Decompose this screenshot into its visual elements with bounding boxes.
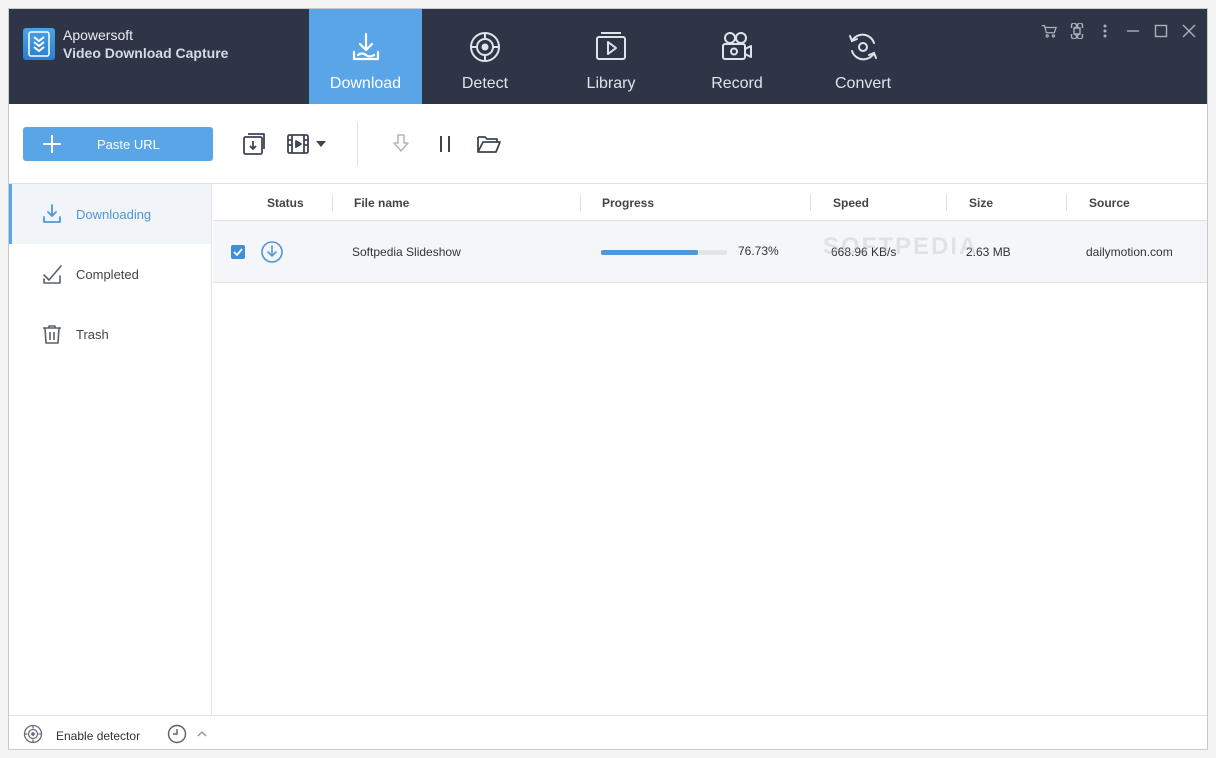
app-window: Apowersoft Video Download Capture Downlo… (8, 8, 1208, 750)
window-controls (1041, 23, 1197, 39)
table-header: Status File name Progress Speed Size Sou… (213, 184, 1207, 221)
chevron-down-icon[interactable] (311, 130, 331, 158)
paste-url-button[interactable]: Paste URL (23, 127, 213, 161)
column-header-size[interactable]: Size (969, 196, 993, 210)
command-icon[interactable] (1069, 23, 1085, 39)
main-tabs: Download Detect Library Record Convert (309, 9, 926, 104)
more-icon[interactable] (1097, 23, 1113, 39)
column-divider (332, 194, 333, 211)
sidebar-item-label: Downloading (76, 206, 152, 222)
file-size: 2.63 MB (966, 245, 1011, 259)
tab-convert[interactable]: Convert (800, 9, 926, 104)
sidebar-item-completed[interactable]: Completed (9, 244, 211, 304)
download-icon (348, 29, 384, 65)
progress-bar (601, 250, 727, 255)
brand-name: Apowersoft (63, 27, 134, 43)
row-checkbox[interactable] (231, 245, 245, 259)
chevron-up-icon[interactable] (197, 730, 207, 737)
column-header-status[interactable]: Status (267, 196, 304, 210)
column-divider (946, 194, 947, 211)
column-header-file-name[interactable]: File name (354, 196, 409, 210)
header-bar: Apowersoft Video Download Capture Downlo… (9, 9, 1207, 104)
tab-label: Record (711, 75, 763, 92)
column-header-progress[interactable]: Progress (602, 196, 654, 210)
toolbar: Paste URL (9, 104, 1207, 184)
resume-icon[interactable] (387, 130, 415, 158)
open-folder-icon[interactable] (475, 130, 503, 158)
detector-icon (23, 724, 43, 747)
tab-label: Convert (834, 75, 892, 92)
sidebar-item-label: Trash (76, 326, 109, 342)
plus-icon (43, 135, 61, 153)
download-speed: 668.96 KB/s (831, 245, 897, 259)
close-icon[interactable] (1181, 23, 1197, 39)
column-divider (580, 194, 581, 211)
app-logo-icon (23, 28, 55, 60)
product-name: Video Download Capture (63, 45, 229, 61)
download-table: Status File name Progress Speed Size Sou… (213, 184, 1207, 715)
download-status-icon (261, 241, 283, 263)
tab-detect[interactable]: Detect (422, 9, 548, 104)
tab-record[interactable]: Record (674, 9, 800, 104)
completed-icon (41, 263, 63, 285)
tab-label: Detect (461, 75, 509, 92)
downloading-icon (41, 203, 63, 225)
clock-icon (167, 724, 187, 747)
paste-url-label: Paste URL (97, 137, 160, 152)
minimize-icon[interactable] (1125, 23, 1141, 39)
toolbar-divider (357, 122, 358, 166)
enable-detector-toggle[interactable]: Enable detector (23, 724, 140, 747)
sidebar-item-trash[interactable]: Trash (9, 304, 211, 364)
progress-fill (601, 250, 698, 255)
enable-detector-label: Enable detector (56, 728, 141, 743)
column-divider (810, 194, 811, 211)
brand: Apowersoft Video Download Capture (23, 26, 228, 62)
cart-icon[interactable] (1041, 23, 1057, 39)
status-bar: Enable detector (9, 715, 1207, 749)
sidebar-item-downloading[interactable]: Downloading (9, 184, 211, 244)
sidebar: Downloading Completed Trash (9, 184, 212, 715)
source-site: dailymotion.com (1086, 245, 1173, 259)
table-row[interactable]: Softpedia Slideshow 76.73% 668.96 KB/s 2… (213, 221, 1207, 283)
record-icon (719, 29, 755, 65)
library-icon (593, 29, 629, 65)
tab-download[interactable]: Download (309, 9, 422, 104)
tab-label: Library (586, 75, 636, 92)
tab-label: Download (329, 75, 402, 92)
brand-text: Apowersoft Video Download Capture (63, 26, 228, 62)
tab-library[interactable]: Library (548, 9, 674, 104)
pause-icon[interactable] (431, 130, 459, 158)
progress-percent: 76.73% (738, 244, 779, 258)
column-header-speed[interactable]: Speed (833, 196, 869, 210)
batch-download-icon[interactable] (241, 130, 269, 158)
video-format-icon[interactable] (285, 130, 313, 158)
trash-icon (41, 323, 63, 345)
sidebar-item-label: Completed (76, 266, 139, 282)
schedule-button[interactable] (167, 724, 187, 747)
detect-icon (467, 29, 503, 65)
column-header-source[interactable]: Source (1089, 196, 1130, 210)
maximize-icon[interactable] (1153, 23, 1169, 39)
convert-icon (845, 29, 881, 65)
column-divider (1066, 194, 1067, 211)
file-name: Softpedia Slideshow (352, 245, 461, 259)
